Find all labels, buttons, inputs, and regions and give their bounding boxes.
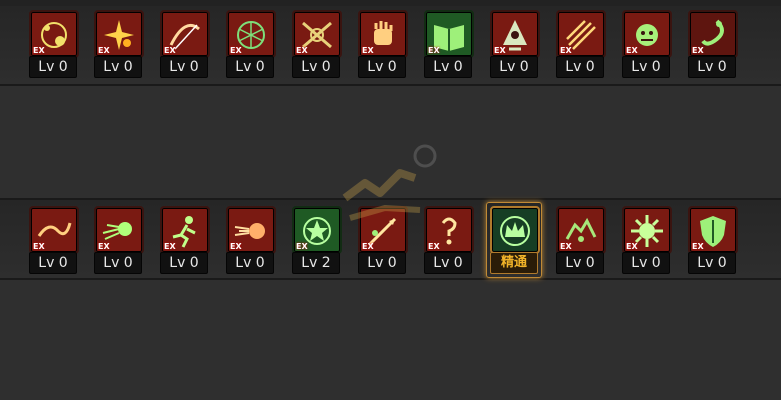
ex-badge: EX (230, 242, 242, 251)
ex-badge: EX (296, 46, 308, 55)
skill-slot[interactable]: EX Lv 0 (94, 10, 144, 78)
skill-level-label: Lv 0 (424, 252, 472, 274)
skill-slot[interactable]: EX Lv 0 (688, 10, 738, 78)
skill-icon-frame[interactable]: EX (556, 10, 606, 58)
skill-level-label: Lv 0 (292, 56, 340, 78)
ex-badge: EX (362, 242, 374, 251)
skill-level-label: Lv 0 (490, 56, 538, 78)
skill-icon-frame[interactable]: EX (688, 10, 738, 58)
ex-badge: EX (626, 46, 638, 55)
skill-slot[interactable]: EX Lv 0 (556, 10, 606, 78)
skill-icon-frame[interactable]: EX (292, 10, 342, 58)
skill-icon-frame[interactable]: EX (622, 206, 672, 254)
skill-icon-frame[interactable]: EX (160, 10, 210, 58)
ex-badge: EX (560, 242, 572, 251)
ex-badge: EX (98, 242, 110, 251)
ex-badge: EX (230, 46, 242, 55)
skill-slot[interactable]: EX Lv 0 (688, 206, 738, 274)
ex-badge: EX (692, 242, 704, 251)
skill-level-label: Lv 0 (622, 56, 670, 78)
skill-icon-frame[interactable]: EX (490, 10, 540, 58)
skill-slot[interactable]: EX Lv 0 (622, 10, 672, 78)
ex-badge: EX (164, 46, 176, 55)
ex-badge: EX (560, 46, 572, 55)
ex-badge: EX (692, 46, 704, 55)
skill-slot[interactable]: EX Lv 0 (424, 10, 474, 78)
skill-level-label: Lv 0 (29, 252, 77, 274)
skill-level-label: 精通 (490, 252, 538, 274)
skill-level-label: Lv 2 (292, 252, 340, 274)
skill-icon-frame[interactable]: EX (29, 206, 79, 254)
ex-badge: EX (296, 242, 308, 251)
skill-level-label: Lv 0 (94, 56, 142, 78)
ex-badge: EX (33, 242, 45, 251)
skill-slot[interactable]: EX Lv 0 (160, 206, 210, 274)
empty-panel (0, 280, 781, 400)
skill-level-label: Lv 0 (688, 56, 736, 78)
skill-icon-frame[interactable]: EX (424, 10, 474, 58)
skill-slot[interactable]: EX Lv 0 (160, 10, 210, 78)
skill-slot[interactable]: EX Lv 0 (29, 10, 79, 78)
skill-level-label: Lv 0 (160, 56, 208, 78)
skill-slot[interactable]: EX Lv 0 (226, 206, 276, 274)
skill-level-label: Lv 0 (226, 252, 274, 274)
skill-level-label: Lv 0 (622, 252, 670, 274)
skill-icon-frame[interactable]: EX (94, 10, 144, 58)
watermark-logo (342, 144, 437, 221)
skill-icon-frame[interactable]: EX (226, 10, 276, 58)
skill-icon-frame[interactable]: EX (160, 206, 210, 254)
ex-badge: EX (428, 242, 440, 251)
skill-level-label: Lv 0 (94, 252, 142, 274)
skill-icon-frame[interactable]: EX (226, 206, 276, 254)
skill-slot[interactable]: 精通 (486, 202, 542, 278)
skill-slot[interactable]: EX Lv 0 (226, 10, 276, 78)
skill-level-label: Lv 0 (424, 56, 472, 78)
skill-icon-frame[interactable]: EX (688, 206, 738, 254)
skill-level-label: Lv 0 (688, 252, 736, 274)
skill-slot[interactable]: EX Lv 0 (556, 206, 606, 274)
skill-level-label: Lv 0 (358, 252, 406, 274)
skill-icon-frame[interactable]: EX (622, 10, 672, 58)
ex-badge: EX (33, 46, 45, 55)
skill-slot[interactable]: EX Lv 0 (94, 206, 144, 274)
skill-icon-frame[interactable]: EX (556, 206, 606, 254)
skill-level-label: Lv 0 (358, 56, 406, 78)
skill-slot[interactable]: EX Lv 0 (29, 206, 79, 274)
skill-level-label: Lv 0 (556, 252, 604, 274)
ex-badge: EX (362, 46, 374, 55)
skill-slot[interactable]: EX Lv 0 (622, 206, 672, 274)
skill-level-label: Lv 0 (29, 56, 77, 78)
skill-level-label: Lv 0 (160, 252, 208, 274)
ex-badge: EX (98, 46, 110, 55)
skill-level-label: Lv 0 (226, 56, 274, 78)
crown-circle-icon (500, 216, 530, 246)
ex-badge: EX (428, 46, 440, 55)
skill-icon-frame[interactable]: EX (94, 206, 144, 254)
skill-icon-frame[interactable]: EX (358, 10, 408, 58)
skill-icon-frame[interactable]: EX (29, 10, 79, 58)
skill-level-label: Lv 0 (556, 56, 604, 78)
skill-slot[interactable]: EX Lv 0 (358, 10, 408, 78)
skill-slot[interactable]: EX Lv 0 (490, 10, 540, 78)
skill-row-1: EX Lv 0 EX Lv 0 EX Lv 0 EX Lv 0 EX Lv 0 EX Lv 0 EX Lv… (0, 10, 781, 80)
ex-badge: EX (164, 242, 176, 251)
ex-badge: EX (626, 242, 638, 251)
ex-badge: EX (494, 46, 506, 55)
skill-slot[interactable]: EX Lv 0 (292, 10, 342, 78)
skill-icon-frame[interactable] (490, 206, 540, 254)
